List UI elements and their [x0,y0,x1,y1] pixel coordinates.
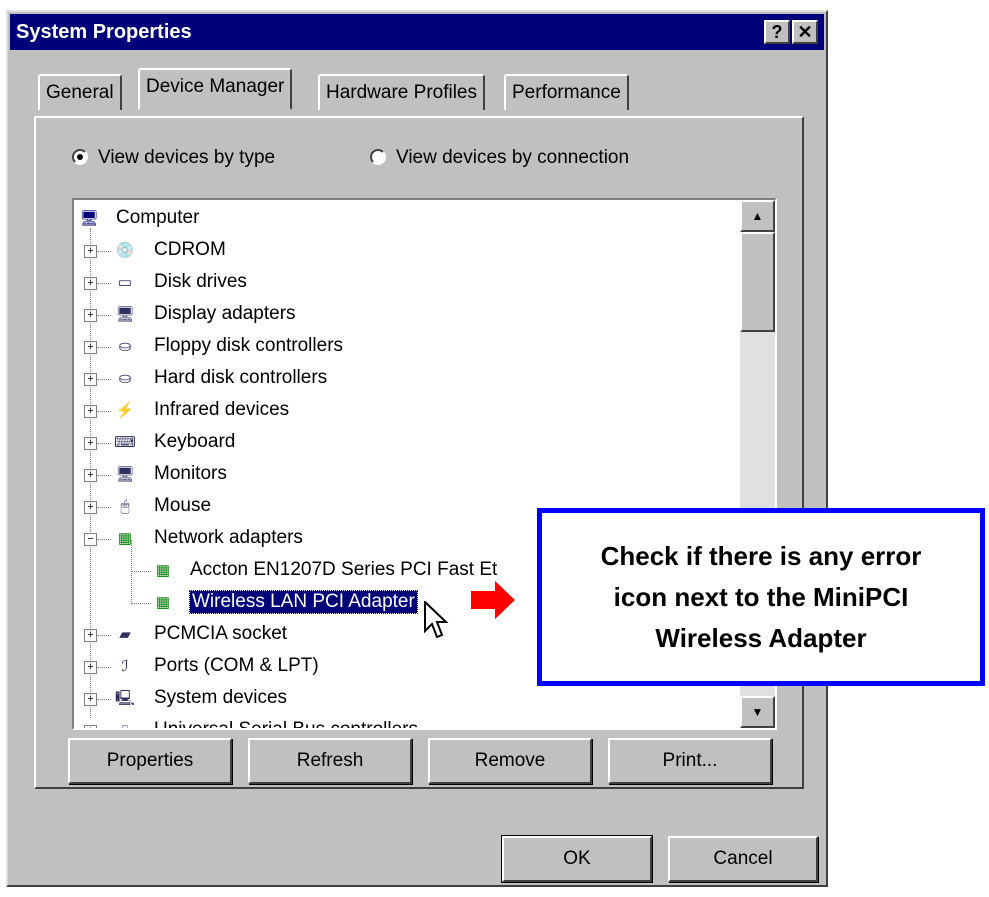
expand-icon[interactable]: + [84,661,97,674]
computer-icon: 🖥 [79,210,99,227]
properties-button[interactable]: Properties [68,738,232,784]
tree-branch-line [97,443,111,444]
expand-icon[interactable]: + [84,501,97,514]
infrared-icon: ⚡ [115,402,135,419]
tree-child-label: Wireless LAN PCI Adapter [189,590,418,614]
help-button[interactable]: ? [764,20,790,44]
scroll-down-arrow[interactable]: ▼ [740,696,775,728]
tree-branch-line [97,475,111,476]
tree-item-label: PCMCIA socket [154,623,288,644]
port-icon: ℐ [121,658,129,675]
cancel-button[interactable]: Cancel [668,836,818,882]
expand-icon[interactable]: + [84,341,97,354]
tab-general[interactable]: General [38,74,122,110]
tree-branch-line [97,411,111,412]
tree-branch-line [97,283,111,284]
tree-branch-line [97,635,111,636]
remove-button[interactable]: Remove [428,738,592,784]
tree-branch-line [97,507,111,508]
close-button[interactable]: ✕ [792,20,818,44]
expand-icon[interactable]: + [84,693,97,706]
collapse-icon[interactable]: − [84,533,97,546]
tree-item-label: Infrared devices [154,399,290,420]
tree-item-label: Ports (COM & LPT) [154,655,319,676]
tree-item-label: Universal Serial Bus controllers [154,719,418,728]
monitor-icon: 🖥 [115,466,135,483]
tree-branch-line [97,315,111,316]
tree-branch-line [97,347,111,348]
tree-item-label: Mouse [154,495,212,516]
network-icon: ▦ [155,594,171,611]
tree-root-label: Computer [116,207,200,228]
radio-by-type-label: View devices by type [98,147,276,168]
expand-icon[interactable]: + [84,373,97,386]
tree-branch-line [97,539,111,540]
tab-hardware-profiles[interactable]: Hardware Profiles [318,74,485,110]
system-properties-window: System Properties ? ✕ General Device Man… [6,10,828,887]
window-title: System Properties [16,21,192,43]
controller-icon: ⛀ [118,370,132,387]
red-arrow-icon [471,581,515,619]
tree-branch-line [97,667,111,668]
expand-icon[interactable]: + [84,437,97,450]
radio-view-by-connection[interactable]: View devices by connection [370,147,629,169]
tree-item-label: Network adapters [154,527,303,548]
radio-view-by-type[interactable]: View devices by type [72,147,275,169]
keyboard-icon: ⌨ [114,434,136,451]
scroll-thumb[interactable] [740,232,775,332]
tree-branch-line [131,603,151,604]
expand-icon[interactable]: + [84,309,97,322]
tree-branch-line [131,571,151,572]
expand-icon[interactable]: + [84,725,97,728]
mouse-icon: 🖱 [120,498,130,515]
expand-icon[interactable]: + [84,277,97,290]
tree-item-label: Keyboard [154,431,236,452]
pcmcia-icon: ▰ [119,626,131,643]
controller-icon: ⛀ [118,338,132,355]
tree-item-label: CDROM [154,239,226,260]
refresh-button[interactable]: Refresh [248,738,412,784]
system-icon: 🖳 [114,690,135,707]
disk-drive-icon: ▭ [117,274,133,291]
tree-branch-line [97,699,111,700]
tree-item-label: Display adapters [154,303,296,324]
cdrom-icon: 💿 [115,242,135,259]
title-bar[interactable]: System Properties ? ✕ [10,14,824,50]
expand-icon[interactable]: + [84,629,97,642]
scroll-up-arrow[interactable]: ▲ [740,200,775,232]
tree-item-label: Floppy disk controllers [154,335,344,356]
print-button[interactable]: Print... [608,738,772,784]
instruction-callout: Check if there is any error icon next to… [537,508,985,686]
ok-button[interactable]: OK [502,836,652,882]
tree-item-label: Monitors [154,463,227,484]
tree-child-label: Accton EN1207D Series PCI Fast Et [190,559,498,580]
radio-off-icon [370,149,386,165]
callout-text: Check if there is any error icon next to… [600,541,922,653]
tree-branch-line [97,379,111,380]
radio-on-icon [72,149,88,165]
usb-icon: ⎍ [114,721,136,728]
expand-icon[interactable]: + [84,405,97,418]
tree-item-label: Disk drives [154,271,247,292]
network-icon: ▦ [117,530,133,547]
expand-icon[interactable]: + [84,469,97,482]
tab-device-manager[interactable]: Device Manager [138,68,293,110]
radio-by-connection-label: View devices by connection [396,147,630,168]
expand-icon[interactable]: + [84,245,97,258]
tree-item-label: Hard disk controllers [154,367,328,388]
display-icon: 🖥 [115,306,135,323]
tree-branch-line [97,251,111,252]
tree-item-label: System devices [154,687,288,708]
tab-performance[interactable]: Performance [504,74,629,110]
network-icon: ▦ [155,562,171,579]
mouse-pointer-icon [424,601,449,639]
